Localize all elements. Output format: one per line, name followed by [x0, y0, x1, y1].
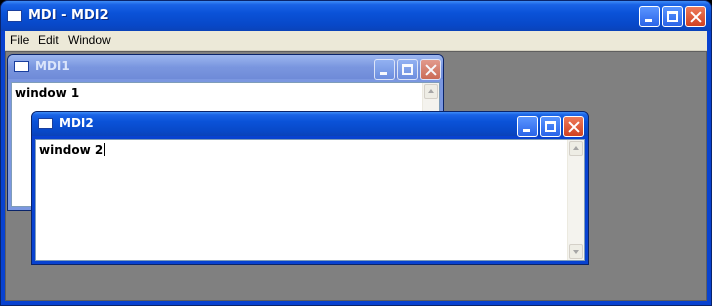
mdi2-vertical-scrollbar[interactable] — [567, 140, 584, 260]
mdi1-text: window 1 — [15, 86, 80, 100]
mdi1-title: MDI1 — [35, 59, 70, 73]
mdi2-text-line: window 2 — [39, 143, 106, 157]
maximize-icon — [398, 60, 417, 79]
menu-bar: File Edit Window — [5, 31, 707, 51]
mdi1-title-bar[interactable]: MDI1 — [8, 55, 443, 80]
mdi2-title-bar[interactable]: MDI2 — [32, 112, 588, 137]
mdi2-title: MDI2 — [59, 116, 94, 130]
main-window: MDI - MDI2 File Edit Window MDI1 window … — [0, 0, 712, 306]
mdi1-minimize-button[interactable] — [374, 59, 395, 80]
main-window-title: MDI - MDI2 — [28, 8, 109, 23]
scroll-up-arrow-icon[interactable] — [424, 84, 438, 99]
mdi2-window[interactable]: MDI2 window 2 — [31, 111, 589, 265]
close-button[interactable] — [685, 6, 706, 27]
window-icon[interactable] — [14, 61, 29, 72]
minimize-icon — [640, 7, 659, 26]
maximize-button[interactable] — [662, 6, 683, 27]
close-icon — [564, 117, 583, 136]
minimize-icon — [518, 117, 537, 136]
menu-edit[interactable]: Edit — [38, 33, 59, 47]
window-icon[interactable] — [38, 118, 53, 129]
mdi2-maximize-button[interactable] — [540, 116, 561, 137]
minimize-button[interactable] — [639, 6, 660, 27]
mdi2-text-area[interactable]: window 2 — [35, 139, 585, 261]
mdi2-close-button[interactable] — [563, 116, 584, 137]
close-icon — [686, 7, 705, 26]
minimize-icon — [375, 60, 394, 79]
scroll-up-arrow-icon[interactable] — [569, 141, 583, 156]
text-caret — [104, 143, 106, 156]
main-title-bar[interactable]: MDI - MDI2 — [1, 1, 711, 31]
close-icon — [421, 60, 440, 79]
mdi2-minimize-button[interactable] — [517, 116, 538, 137]
menu-file[interactable]: File — [10, 33, 29, 47]
mdi2-text: window 2 — [39, 143, 104, 157]
mdi1-close-button[interactable] — [420, 59, 441, 80]
maximize-icon — [663, 7, 682, 26]
window-icon[interactable] — [7, 10, 22, 22]
mdi1-maximize-button[interactable] — [397, 59, 418, 80]
maximize-icon — [541, 117, 560, 136]
menu-window[interactable]: Window — [68, 33, 111, 47]
scroll-down-arrow-icon[interactable] — [569, 244, 583, 259]
